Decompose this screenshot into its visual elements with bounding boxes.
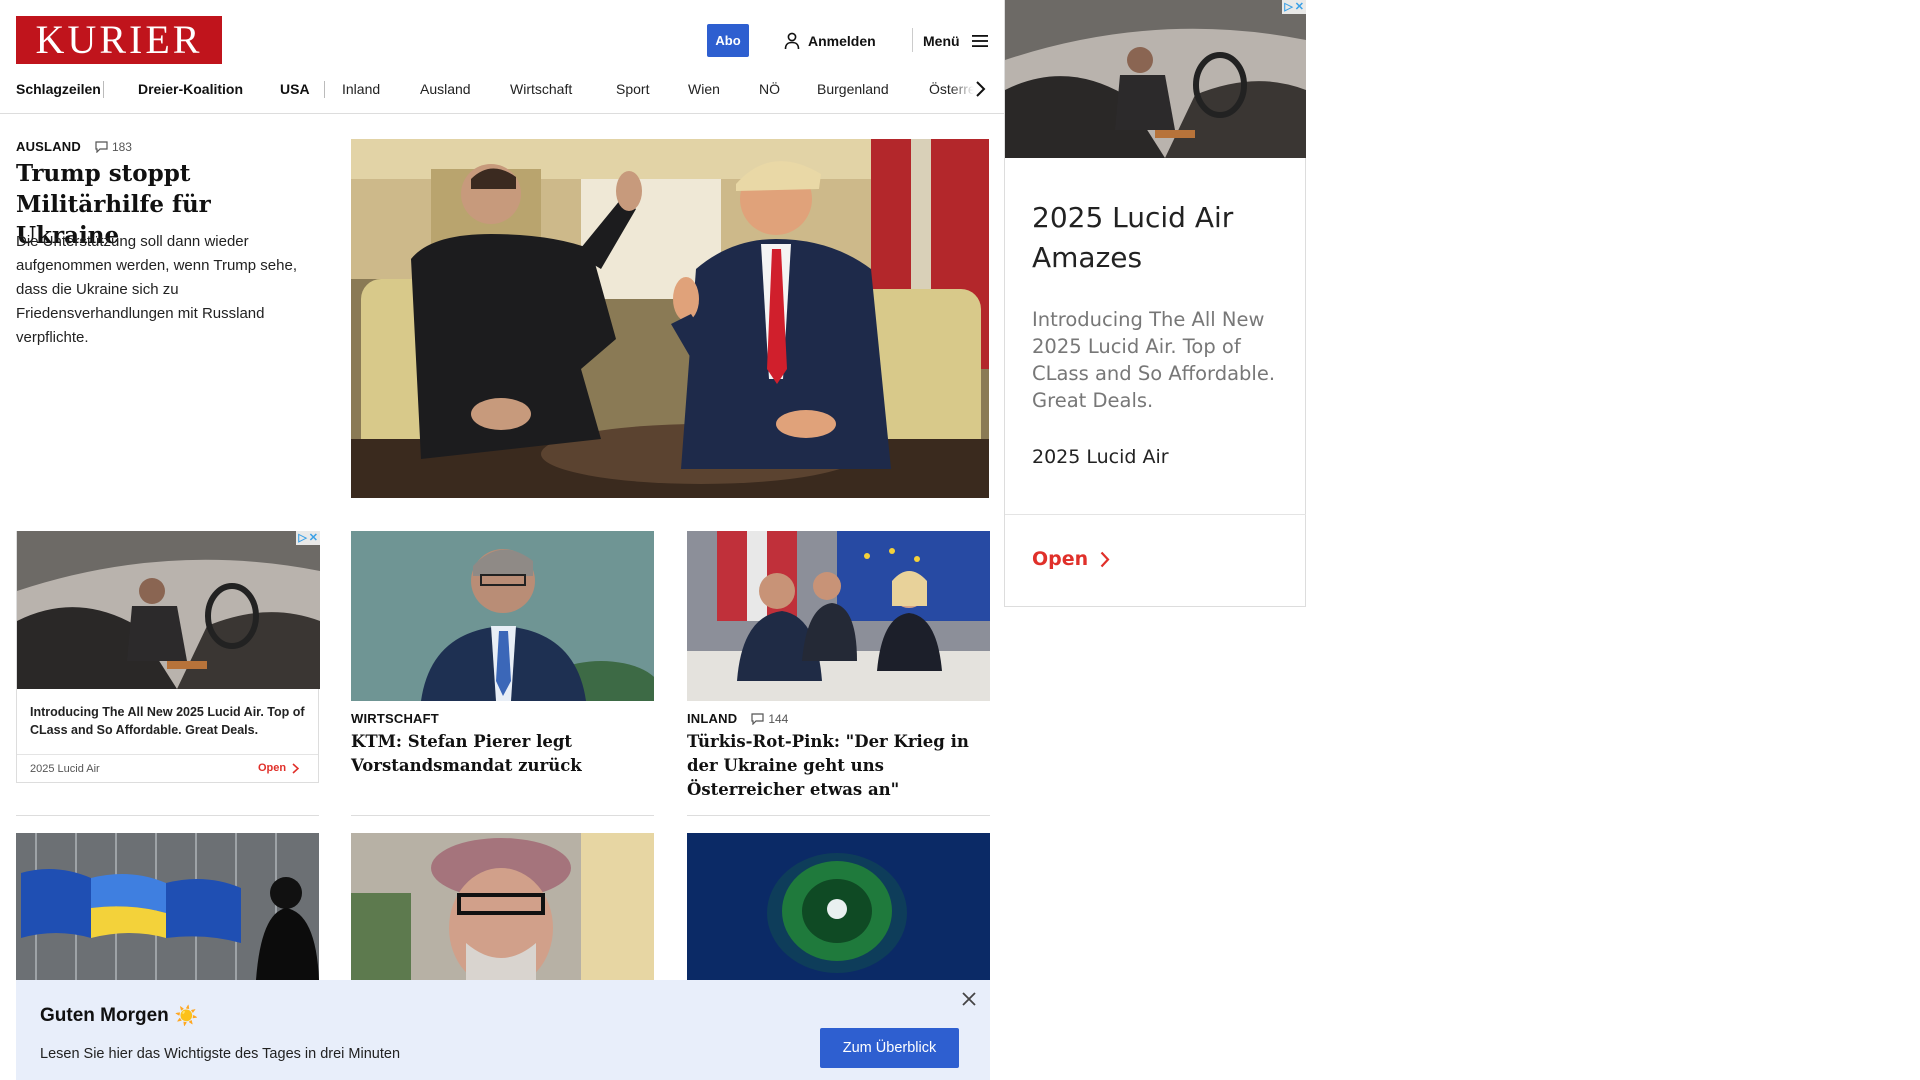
ktm-photo bbox=[351, 531, 654, 701]
sidebar-ad-open-label: Open bbox=[1032, 548, 1089, 570]
sidebar-ad-brand[interactable]: 2025 Lucid Air bbox=[1032, 446, 1169, 468]
ad-choices-badge[interactable]: ▷ ✕ bbox=[296, 531, 320, 545]
nav-item-dreier-koalition[interactable]: Dreier-Koalition bbox=[138, 78, 243, 100]
sidebar-ad-image[interactable]: ▷ ✕ bbox=[1005, 0, 1306, 158]
card-comment-count: 144 bbox=[768, 711, 789, 726]
hamburger-icon bbox=[971, 35, 988, 47]
row-divider bbox=[16, 815, 319, 816]
ad-choices-icon[interactable]: ▷ bbox=[298, 532, 306, 544]
card-comments[interactable]: 144 bbox=[751, 712, 788, 726]
login-button[interactable]: Anmelden bbox=[784, 30, 876, 52]
ad-image[interactable]: ▷ ✕ bbox=[17, 531, 320, 689]
row-divider bbox=[351, 815, 654, 816]
kurier-logo[interactable]: KURIER bbox=[16, 16, 222, 64]
user-icon bbox=[784, 32, 800, 50]
sidebar-ad-divider bbox=[1005, 514, 1306, 515]
nav-item-usa[interactable]: USA bbox=[280, 78, 310, 100]
card-image-koalition[interactable] bbox=[687, 531, 990, 701]
nav-item-schlagzeilen[interactable]: Schlagzeilen bbox=[16, 78, 101, 100]
card-kicker[interactable]: WIRTSCHAFT bbox=[351, 711, 439, 726]
lead-comment-count: 183 bbox=[111, 139, 132, 154]
sidebar-ad-photo bbox=[1005, 0, 1306, 158]
chevron-right-icon bbox=[1100, 551, 1110, 567]
nav-divider bbox=[324, 81, 325, 98]
lead-image[interactable] bbox=[351, 139, 989, 498]
ad-brand[interactable]: 2025 Lucid Air bbox=[30, 763, 100, 775]
nav-divider bbox=[103, 81, 104, 98]
nav-item-wirtschaft[interactable]: Wirtschaft bbox=[510, 78, 572, 100]
card-image-island[interactable] bbox=[687, 833, 990, 980]
sidebar-ad-open-button[interactable]: Open bbox=[1032, 548, 1110, 570]
card-meta-koalition: INLAND 144 bbox=[687, 711, 788, 726]
sponsored-ad-card[interactable]: ▷ ✕ Introducing The All New 2025 Lucid Ai… bbox=[16, 531, 320, 783]
ad-close-icon[interactable]: ✕ bbox=[1295, 1, 1304, 13]
card-image-portrait[interactable] bbox=[351, 833, 654, 980]
ad-open-button[interactable]: Open bbox=[258, 762, 300, 774]
portrait-photo bbox=[351, 833, 654, 980]
eu-flags-photo bbox=[16, 833, 319, 980]
ad-photo bbox=[17, 531, 320, 689]
ad-open-label: Open bbox=[258, 762, 287, 774]
koalition-photo bbox=[687, 531, 990, 701]
nav-item-wien[interactable]: Wien bbox=[688, 78, 720, 100]
sun-icon: ☀️ bbox=[174, 1006, 199, 1027]
nav-item-ausland[interactable]: Ausland bbox=[420, 78, 471, 100]
sidebar-ad-body[interactable]: Introducing The All New 2025 Lucid Air. … bbox=[1032, 306, 1294, 414]
lead-teaser: Die Unterstützung soll dann wieder aufge… bbox=[16, 233, 297, 346]
menu-button[interactable]: Menü bbox=[923, 30, 988, 52]
card-kicker[interactable]: INLAND bbox=[687, 711, 737, 726]
lead-kicker[interactable]: AUSLAND bbox=[16, 139, 81, 154]
overview-button[interactable]: Zum Überblick bbox=[820, 1028, 959, 1068]
login-label: Anmelden bbox=[808, 33, 876, 49]
abo-button[interactable]: Abo bbox=[707, 24, 749, 57]
nav-item-inland[interactable]: Inland bbox=[342, 78, 380, 100]
nav-item-burgenland[interactable]: Burgenland bbox=[817, 78, 889, 100]
close-icon[interactable] bbox=[960, 990, 978, 1008]
card-image-ktm[interactable] bbox=[351, 531, 654, 701]
header-divider-line bbox=[0, 113, 1006, 114]
sidebar-ad-title[interactable]: 2025 Lucid Air Amazes bbox=[1032, 198, 1292, 278]
island-photo bbox=[687, 833, 990, 980]
section-nav: Schlagzeilen Dreier-Koalition USA Inland… bbox=[16, 78, 986, 100]
comment-icon bbox=[95, 140, 108, 153]
card-meta-ktm: WIRTSCHAFT bbox=[351, 711, 439, 726]
chevron-right-icon bbox=[292, 762, 300, 774]
banner-title: Guten Morgen ☀️ bbox=[40, 1004, 198, 1028]
card-image-eu-flags[interactable] bbox=[16, 833, 319, 980]
header-divider bbox=[912, 28, 913, 52]
row-divider bbox=[687, 815, 990, 816]
comment-icon bbox=[751, 712, 764, 725]
nav-item-sport[interactable]: Sport bbox=[616, 78, 649, 100]
sidebar-ad-choices-badge[interactable]: ▷ ✕ bbox=[1282, 0, 1306, 14]
sidebar-ad[interactable]: ▷ ✕ 2025 Lucid Air Amazes Introducing The… bbox=[1004, 0, 1306, 607]
logo-text: KURIER bbox=[35, 17, 203, 62]
lead-photo bbox=[351, 139, 989, 498]
lead-comments[interactable]: 183 bbox=[95, 140, 132, 154]
ad-divider bbox=[17, 754, 318, 755]
morning-briefing-banner: Guten Morgen ☀️ Lesen Sie hier das Wicht… bbox=[16, 980, 990, 1080]
ad-choices-icon[interactable]: ▷ bbox=[1284, 1, 1292, 13]
lead-meta: AUSLAND 183 bbox=[16, 139, 132, 154]
banner-title-text: Guten Morgen bbox=[40, 1005, 169, 1026]
menu-label: Menü bbox=[923, 33, 960, 49]
chevron-right-icon[interactable] bbox=[974, 80, 986, 98]
ad-text[interactable]: Introducing The All New 2025 Lucid Air. … bbox=[30, 703, 310, 739]
ad-close-icon[interactable]: ✕ bbox=[309, 532, 318, 544]
nav-item-noe[interactable]: NÖ bbox=[759, 78, 780, 100]
card-headline-koalition[interactable]: Türkis-Rot-Pink: "Der Krieg in der Ukrai… bbox=[687, 730, 987, 802]
card-headline-ktm[interactable]: KTM: Stefan Pierer legt Vorstandsmandat … bbox=[351, 730, 651, 778]
banner-text: Lesen Sie hier das Wichtigste des Tages … bbox=[40, 1046, 401, 1062]
